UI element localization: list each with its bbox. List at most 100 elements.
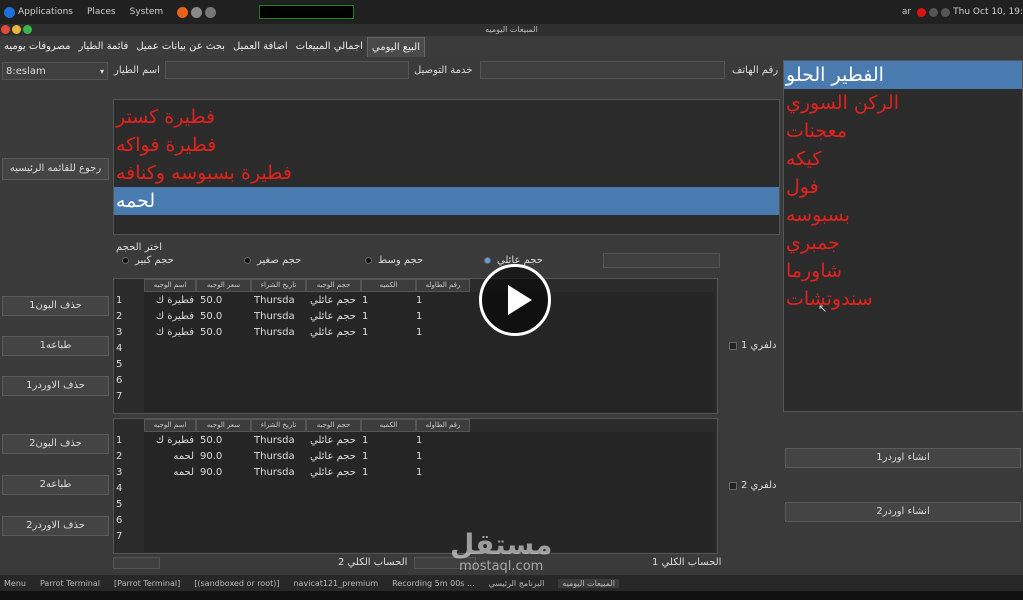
clock[interactable]: Thu Oct 10, 19: — [953, 7, 1023, 17]
taskbar-item[interactable]: البرنامج الرئيسي — [489, 579, 545, 588]
back-to-main-button[interactable]: رجوع للقائمه الرئيسيه — [2, 158, 109, 180]
terminal-launcher-icon[interactable] — [191, 6, 203, 18]
table-cell[interactable]: فطيرة ك — [146, 311, 194, 322]
column-header[interactable]: اسم الوجبه — [144, 279, 196, 292]
create-order2-button[interactable]: انشاء اوردر2 — [785, 502, 1021, 522]
table-cell[interactable]: 1 — [416, 327, 422, 338]
table-cell[interactable]: 1 — [362, 451, 368, 462]
phone-input[interactable] — [480, 61, 725, 79]
list-item[interactable]: كيكه — [784, 145, 1022, 173]
table-cell[interactable]: Thursda — [254, 311, 295, 322]
table-cell[interactable]: فطيرة ك — [146, 295, 194, 306]
list-item[interactable]: الفطير الحلو — [784, 61, 1022, 89]
table-cell[interactable]: 50.0 — [200, 295, 222, 306]
taskbar-item[interactable]: Recording 5m 00s ... — [392, 579, 475, 588]
table-cell[interactable]: فطيرة ك — [146, 327, 194, 338]
table-cell[interactable]: 1 — [416, 467, 422, 478]
maximize-icon[interactable] — [23, 25, 32, 34]
column-header[interactable]: رقم الطاوله — [416, 419, 470, 432]
taskbar-item[interactable]: [(sandboxed or root)] — [194, 579, 279, 588]
table-cell[interactable]: حجم عائلي — [310, 327, 356, 338]
tab-daily-sales[interactable]: البيع اليومي — [366, 37, 425, 57]
table-cell[interactable]: لحمه — [146, 451, 194, 462]
size-large-option[interactable]: حجم كبير — [122, 255, 174, 266]
table-cell[interactable]: Thursda — [254, 467, 295, 478]
table-cell[interactable]: حجم عائلي — [310, 311, 356, 322]
column-header[interactable]: الكميه — [361, 279, 416, 292]
delivery1-checkbox[interactable]: دلفري 1 — [729, 340, 776, 351]
applications-menu[interactable]: Applications — [4, 6, 73, 18]
print2-button[interactable]: طباعه2 — [2, 475, 109, 495]
delete-order2-button[interactable]: حذف الاوردر2 — [2, 516, 109, 536]
column-header[interactable]: تاريخ الشراء — [251, 279, 306, 292]
pilot-select[interactable]: 8:eslam ▾ — [2, 62, 108, 80]
taskbar-item[interactable]: navicat121_premium — [293, 579, 378, 588]
tab-search-customer[interactable]: بحث عن بيانات عميل — [132, 37, 229, 57]
list-item[interactable]: جمبري — [784, 229, 1022, 257]
taskbar-item[interactable]: [Parrot Terminal] — [114, 579, 180, 588]
delete-order1-button[interactable]: حذف الاوردر1 — [2, 376, 109, 396]
table-cell[interactable]: فطيرة ك — [146, 435, 194, 446]
tab-pilot-list[interactable]: فائمة الطيار — [74, 37, 132, 57]
table-cell[interactable]: 50.0 — [200, 435, 222, 446]
tab-add-customer[interactable]: اضافة العميل — [229, 37, 292, 57]
size-small-option[interactable]: حجم صغير — [244, 255, 301, 266]
system-menu[interactable]: System — [130, 7, 164, 17]
table-cell[interactable]: 1 — [362, 435, 368, 446]
taskbar-item-active[interactable]: المبيعات اليوميه — [558, 578, 619, 588]
settings-launcher-icon[interactable] — [205, 6, 217, 18]
list-item[interactable]: شاورما — [784, 257, 1022, 285]
total2-field[interactable] — [113, 557, 160, 569]
table-cell[interactable]: 1 — [362, 295, 368, 306]
table-cell[interactable]: 1 — [416, 311, 422, 322]
keyboard-layout-indicator[interactable]: ar — [902, 7, 911, 17]
table-cell[interactable]: 1 — [416, 451, 422, 462]
table-cell[interactable]: 50.0 — [200, 327, 222, 338]
table-cell[interactable]: Thursda — [254, 451, 295, 462]
table-cell[interactable]: حجم عائلي — [310, 467, 356, 478]
volume-icon[interactable] — [941, 7, 951, 17]
play-button[interactable] — [479, 264, 551, 336]
column-header[interactable]: تاريخ الشراء — [251, 419, 306, 432]
list-item[interactable]: فطيرة بسبوسه وكنافه — [114, 159, 779, 187]
table-cell[interactable]: Thursda — [254, 327, 295, 338]
table-cell[interactable]: لحمه — [146, 467, 194, 478]
taskbar-menu[interactable]: Menu — [4, 579, 26, 588]
minimize-icon[interactable] — [12, 25, 21, 34]
table-cell[interactable]: 1 — [416, 295, 422, 306]
delivery-input[interactable] — [165, 61, 409, 79]
table-cell[interactable]: 1 — [416, 435, 422, 446]
quantity-spinner[interactable] — [603, 253, 720, 268]
firefox-icon[interactable] — [177, 6, 189, 18]
table-cell[interactable]: 1 — [362, 311, 368, 322]
places-menu[interactable]: Places — [87, 7, 116, 17]
column-header[interactable]: سعر الوجبه — [196, 279, 251, 292]
create-order1-button[interactable]: انشاء اوردر1 — [785, 448, 1021, 468]
delete-item1-button[interactable]: حذف البون1 — [2, 296, 109, 316]
record-icon[interactable] — [917, 7, 927, 17]
delivery2-checkbox[interactable]: دلفري 2 — [729, 480, 776, 491]
video-progress-bar[interactable] — [0, 591, 1023, 600]
table-cell[interactable]: حجم عائلي — [310, 295, 356, 306]
table-cell[interactable]: 1 — [362, 327, 368, 338]
table-cell[interactable]: 90.0 — [200, 467, 222, 478]
table-cell[interactable]: حجم عائلي — [310, 451, 356, 462]
column-header[interactable]: سعر الوجبه — [196, 419, 251, 432]
table-cell[interactable]: Thursda — [254, 435, 295, 446]
print1-button[interactable]: طباعه1 — [2, 336, 109, 356]
column-header[interactable]: حجم الوجبه — [306, 279, 361, 292]
column-header[interactable]: الكميه — [361, 419, 416, 432]
list-item[interactable]: فطيرة فواكه — [114, 131, 779, 159]
table-cell[interactable]: Thursda — [254, 295, 295, 306]
list-item[interactable]: لحمه — [114, 187, 779, 215]
size-medium-option[interactable]: حجم وسط — [365, 255, 423, 266]
delete-item2-button[interactable]: حذف البون2 — [2, 434, 109, 454]
table-cell[interactable]: 50.0 — [200, 311, 222, 322]
column-header[interactable]: حجم الوجبه — [306, 419, 361, 432]
list-item[interactable]: الركن السوري — [784, 89, 1022, 117]
network-icon[interactable] — [929, 7, 939, 17]
table-cell[interactable]: 90.0 — [200, 451, 222, 462]
list-item[interactable]: فول — [784, 173, 1022, 201]
list-item[interactable]: فطيرة كستر — [114, 103, 779, 131]
list-item[interactable]: معجنات — [784, 117, 1022, 145]
